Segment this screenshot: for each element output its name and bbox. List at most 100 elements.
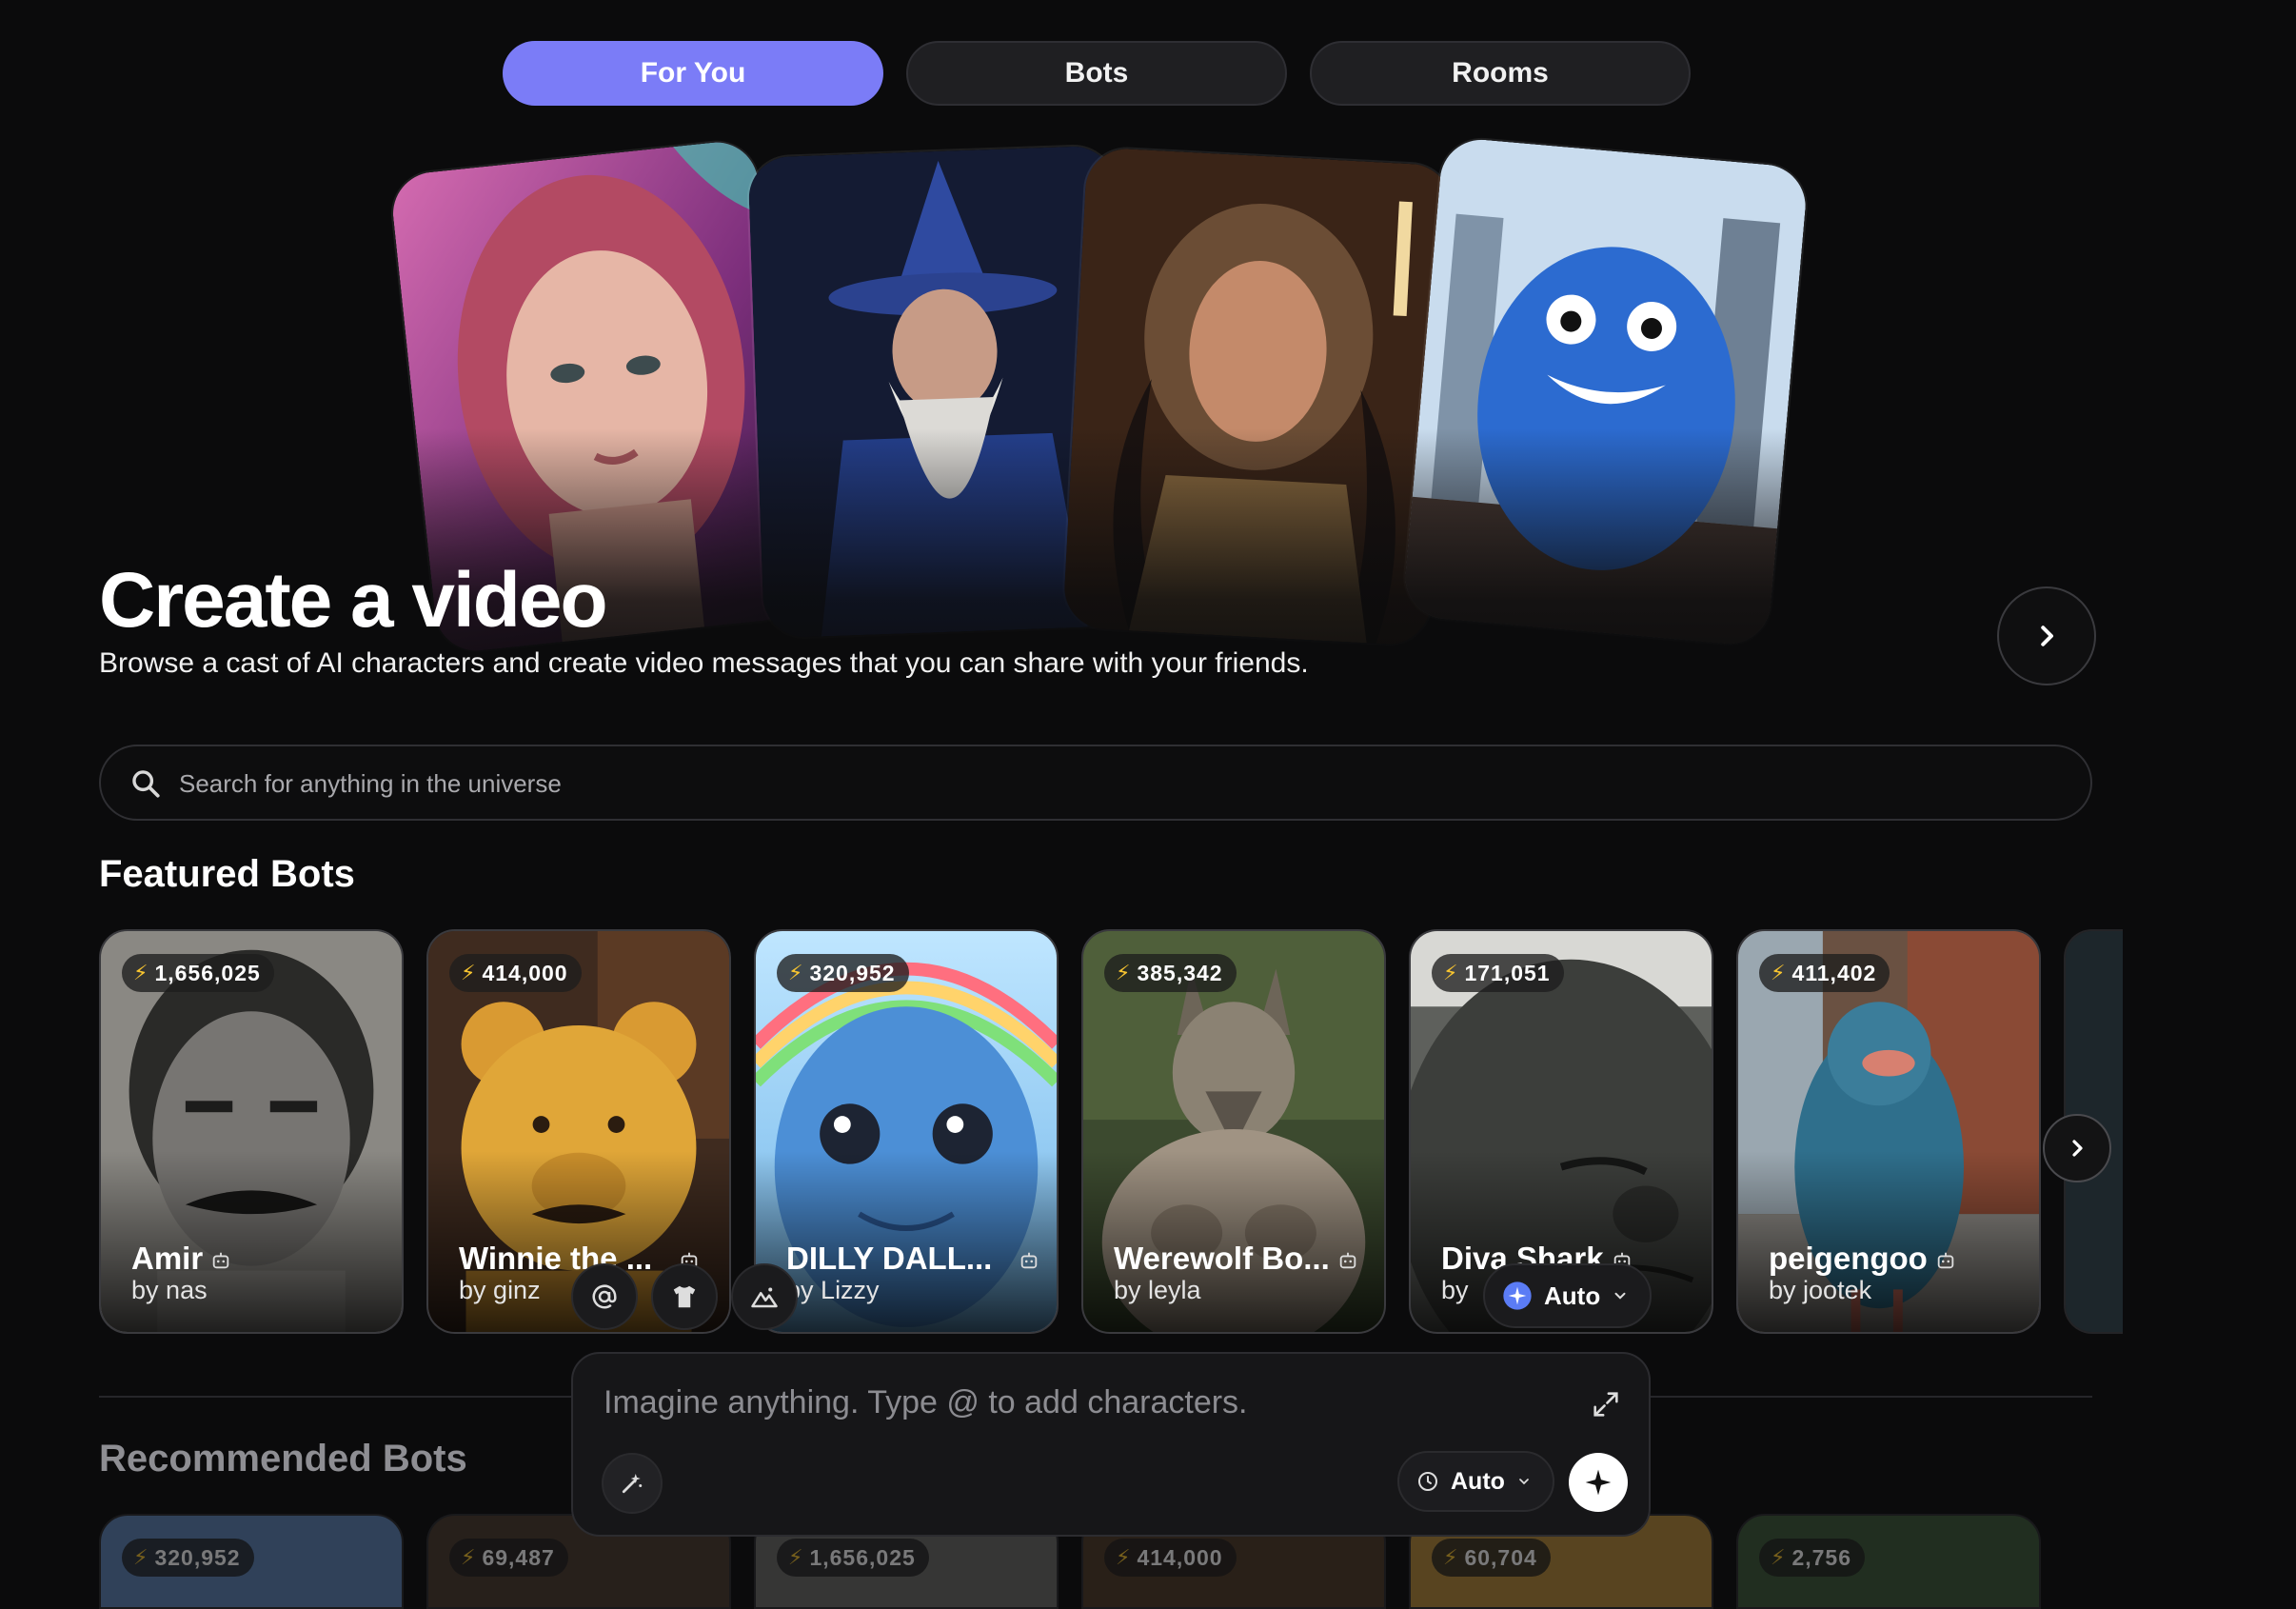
interaction-count-badge: ⚡ 414,000 bbox=[449, 954, 582, 992]
mode-selector[interactable]: Auto bbox=[1483, 1263, 1653, 1328]
by-label: by bbox=[131, 1276, 159, 1304]
interaction-count-badge: ⚡ 60,704 bbox=[1432, 1539, 1551, 1577]
interaction-count: 414,000 bbox=[1137, 1544, 1223, 1570]
chevron-down-icon bbox=[1519, 1479, 1529, 1485]
search-icon bbox=[132, 770, 160, 798]
recommended-bots-title: Recommended Bots bbox=[99, 1438, 467, 1480]
author-name[interactable]: nas bbox=[166, 1276, 208, 1304]
interaction-count: 1,656,025 bbox=[154, 960, 261, 985]
sparkle-icon bbox=[1585, 1469, 1612, 1496]
bot-name: Werewolf Bo... bbox=[1114, 1241, 1358, 1277]
bolt-icon: ⚡ bbox=[1771, 1545, 1787, 1569]
interaction-count-badge: ⚡ 411,402 bbox=[1759, 954, 1890, 992]
by-label: by bbox=[1114, 1276, 1141, 1304]
bot-name-text: Amir bbox=[131, 1241, 204, 1276]
robot-icon bbox=[1021, 1253, 1038, 1269]
chevron-right-icon bbox=[2041, 626, 2053, 646]
author-name[interactable]: jootek bbox=[1803, 1276, 1871, 1304]
image-button[interactable] bbox=[731, 1263, 798, 1330]
interaction-count-badge: ⚡ 69,487 bbox=[449, 1539, 568, 1577]
interaction-count: 411,402 bbox=[1791, 960, 1877, 985]
bolt-icon: ⚡ bbox=[133, 1545, 149, 1569]
interaction-count-badge: ⚡ 171,051 bbox=[1432, 954, 1564, 992]
search-input[interactable] bbox=[177, 758, 2037, 809]
bolt-icon: ⚡ bbox=[788, 1545, 804, 1569]
bot-author: by leyla bbox=[1114, 1276, 1201, 1305]
bolt-icon: ⚡ bbox=[461, 1545, 477, 1569]
bolt-icon: ⚡ bbox=[1116, 1545, 1132, 1569]
tab-for-you[interactable]: For You bbox=[503, 41, 883, 106]
by-label: by bbox=[459, 1276, 486, 1304]
tab-rooms[interactable]: Rooms bbox=[1310, 41, 1691, 106]
bot-author: by ginz bbox=[459, 1276, 541, 1305]
hero-banner[interactable]: Create a video Browse a cast of AI chara… bbox=[69, 135, 2125, 714]
interaction-count-badge: ⚡ 320,952 bbox=[777, 954, 909, 992]
recommended-card[interactable]: ⚡ 2,756 bbox=[1736, 1514, 2041, 1609]
bolt-icon: ⚡ bbox=[1443, 961, 1459, 984]
interaction-count-badge: ⚡ 1,656,025 bbox=[777, 1539, 929, 1577]
robot-icon bbox=[212, 1253, 229, 1269]
robot-icon bbox=[1339, 1253, 1356, 1269]
bot-name-text: DILLY DALL... bbox=[786, 1241, 993, 1276]
bot-author: by bbox=[1441, 1276, 1469, 1305]
hero-subtitle: Browse a cast of AI characters and creat… bbox=[99, 647, 1309, 679]
bolt-icon: ⚡ bbox=[1771, 961, 1787, 984]
bot-author: by Lizzy bbox=[786, 1276, 880, 1305]
bot-name-text: Werewolf Bo... bbox=[1114, 1241, 1330, 1276]
interaction-count: 385,342 bbox=[1137, 960, 1223, 985]
expand-icon bbox=[1593, 1392, 1618, 1417]
search-bar[interactable] bbox=[99, 745, 2092, 821]
interaction-count: 69,487 bbox=[482, 1544, 555, 1570]
interaction-count: 320,952 bbox=[809, 960, 896, 985]
chevron-right-icon bbox=[2072, 1140, 2083, 1157]
bot-author: by nas bbox=[131, 1276, 208, 1305]
bot-name: peigengoo bbox=[1769, 1241, 1956, 1277]
bot-card-amir[interactable]: ⚡ 1,656,025 Amir by nas bbox=[99, 929, 404, 1334]
bolt-icon: ⚡ bbox=[788, 961, 804, 984]
interaction-count-badge: ⚡ 414,000 bbox=[1104, 1539, 1237, 1577]
author-name[interactable]: Lizzy bbox=[821, 1276, 880, 1304]
model-selector[interactable]: Auto bbox=[1397, 1451, 1554, 1512]
interaction-count-badge: ⚡ 2,756 bbox=[1759, 1539, 1866, 1577]
mode-label: Auto bbox=[1544, 1281, 1601, 1310]
bot-card-dilly-dally[interactable]: ⚡ 320,952 DILLY DALL... by Lizzy bbox=[754, 929, 1059, 1334]
recommended-card[interactable]: ⚡ 320,952 bbox=[99, 1514, 404, 1609]
mountain-icon bbox=[751, 1287, 778, 1308]
mention-button[interactable] bbox=[571, 1263, 638, 1330]
bot-card-werewolf[interactable]: ⚡ 385,342 Werewolf Bo... by leyla bbox=[1081, 929, 1386, 1334]
by-label: by bbox=[1769, 1276, 1796, 1304]
shirt-icon bbox=[673, 1285, 696, 1308]
prompt-composer: Auto bbox=[571, 1352, 1651, 1537]
interaction-count: 1,656,025 bbox=[809, 1544, 916, 1570]
interaction-count: 60,704 bbox=[1464, 1544, 1537, 1570]
expand-button[interactable] bbox=[1590, 1388, 1622, 1420]
sparkle-icon bbox=[1503, 1281, 1532, 1310]
bot-name-text: peigengoo bbox=[1769, 1241, 1928, 1276]
clock-icon bbox=[1418, 1472, 1437, 1491]
interaction-count-badge: ⚡ 320,952 bbox=[122, 1539, 254, 1577]
prompt-input[interactable] bbox=[602, 1382, 1519, 1434]
tab-bots[interactable]: Bots bbox=[906, 41, 1287, 106]
bolt-icon: ⚡ bbox=[461, 961, 477, 984]
interaction-count-badge: ⚡ 385,342 bbox=[1104, 954, 1237, 992]
interaction-count: 171,051 bbox=[1464, 960, 1551, 985]
bot-card-peigengoo[interactable]: ⚡ 411,402 peigengoo by jootek bbox=[1736, 929, 2041, 1334]
bot-name: Amir bbox=[131, 1241, 231, 1277]
magic-wand-button[interactable] bbox=[602, 1453, 663, 1514]
featured-next-button[interactable] bbox=[2043, 1114, 2111, 1182]
outfit-button[interactable] bbox=[651, 1263, 718, 1330]
bolt-icon: ⚡ bbox=[1116, 961, 1132, 984]
bot-author: by jootek bbox=[1769, 1276, 1871, 1305]
author-name[interactable]: ginz bbox=[493, 1276, 541, 1304]
hero-next-button[interactable] bbox=[1997, 586, 2096, 685]
generate-button[interactable] bbox=[1569, 1453, 1628, 1512]
author-name[interactable]: leyla bbox=[1148, 1276, 1201, 1304]
bolt-icon: ⚡ bbox=[1443, 1545, 1459, 1569]
by-label: by bbox=[1441, 1276, 1469, 1304]
interaction-count: 414,000 bbox=[482, 960, 568, 985]
featured-bots-title: Featured Bots bbox=[99, 853, 355, 895]
at-sign-icon bbox=[592, 1284, 617, 1309]
bolt-icon: ⚡ bbox=[133, 961, 149, 984]
chevron-down-icon bbox=[1614, 1292, 1626, 1300]
interaction-count: 320,952 bbox=[154, 1544, 241, 1570]
